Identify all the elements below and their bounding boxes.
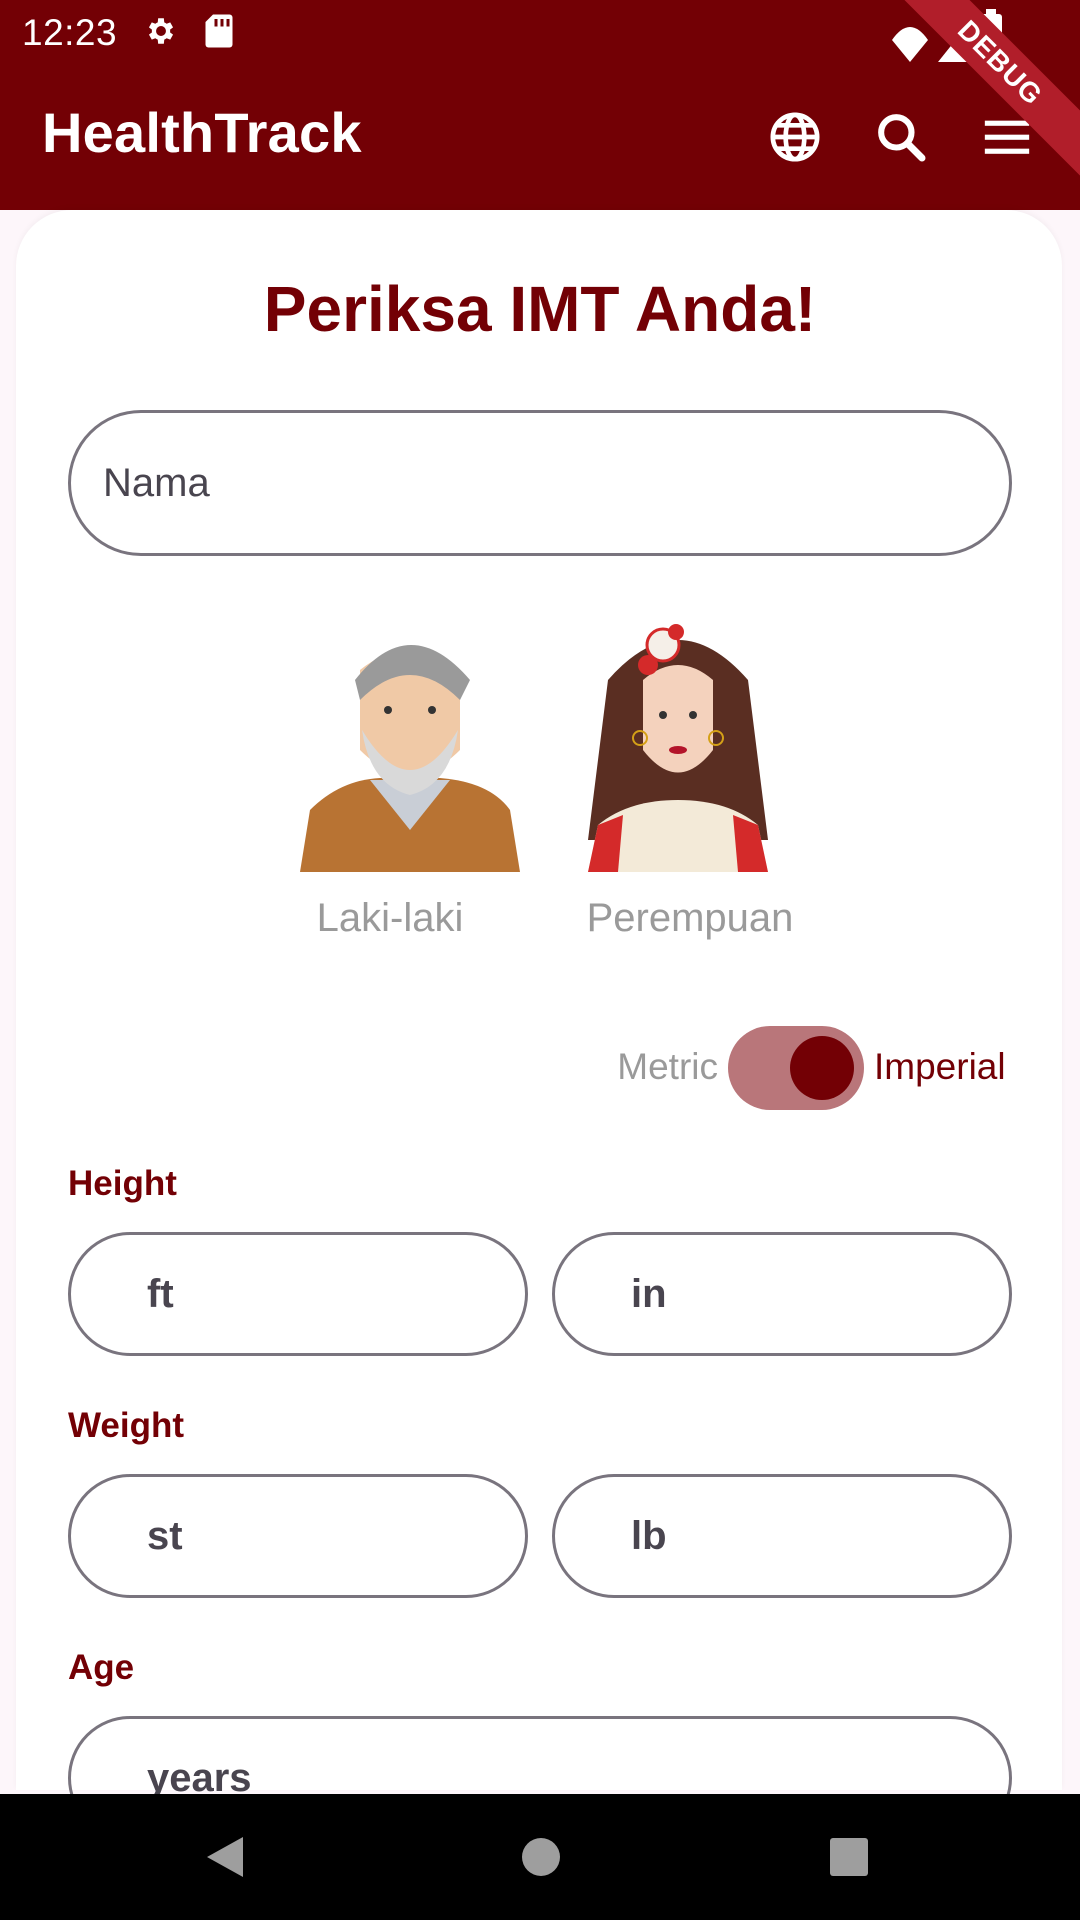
search-button[interactable] xyxy=(868,104,934,170)
gear-icon xyxy=(148,18,174,44)
weight-pounds-input[interactable] xyxy=(552,1474,1012,1598)
gender-female-label: Perempuan xyxy=(586,896,794,940)
back-icon xyxy=(207,1837,243,1877)
toggle-thumb xyxy=(790,1036,854,1100)
search-icon xyxy=(878,114,926,162)
name-input[interactable] xyxy=(68,410,1012,556)
nav-home-button[interactable] xyxy=(508,1824,574,1890)
status-time: 12:23 xyxy=(22,12,118,53)
wifi-icon xyxy=(892,27,928,62)
page-title: Periksa IMT Anda! xyxy=(263,273,817,345)
globe-icon xyxy=(770,112,820,162)
nav-recents-button[interactable] xyxy=(816,1824,882,1890)
sd-card-icon xyxy=(205,14,233,48)
height-inches-input[interactable] xyxy=(552,1232,1012,1356)
male-avatar-image xyxy=(300,610,520,872)
height-label: Height xyxy=(68,1164,177,1203)
language-button[interactable] xyxy=(762,104,828,170)
gender-male-label: Laki-laki xyxy=(316,896,464,940)
weight-stone-input[interactable] xyxy=(68,1474,528,1598)
female-avatar-image xyxy=(568,610,788,872)
unit-imperial-label: Imperial xyxy=(874,1046,1006,1087)
height-feet-input[interactable] xyxy=(68,1232,528,1356)
app-bar: HealthTrack xyxy=(0,64,1080,210)
age-label: Age xyxy=(68,1648,135,1687)
nav-back-button[interactable] xyxy=(192,1824,258,1890)
unit-metric-label: Metric xyxy=(617,1046,718,1087)
app-title: HealthTrack xyxy=(42,101,362,164)
gender-male-option[interactable] xyxy=(300,610,520,872)
home-icon xyxy=(522,1838,560,1876)
weight-label: Weight xyxy=(68,1406,185,1445)
recents-icon xyxy=(830,1838,868,1876)
gender-female-option[interactable] xyxy=(568,610,788,872)
system-nav-bar xyxy=(0,1794,1080,1920)
unit-toggle-switch[interactable] xyxy=(728,1026,864,1110)
